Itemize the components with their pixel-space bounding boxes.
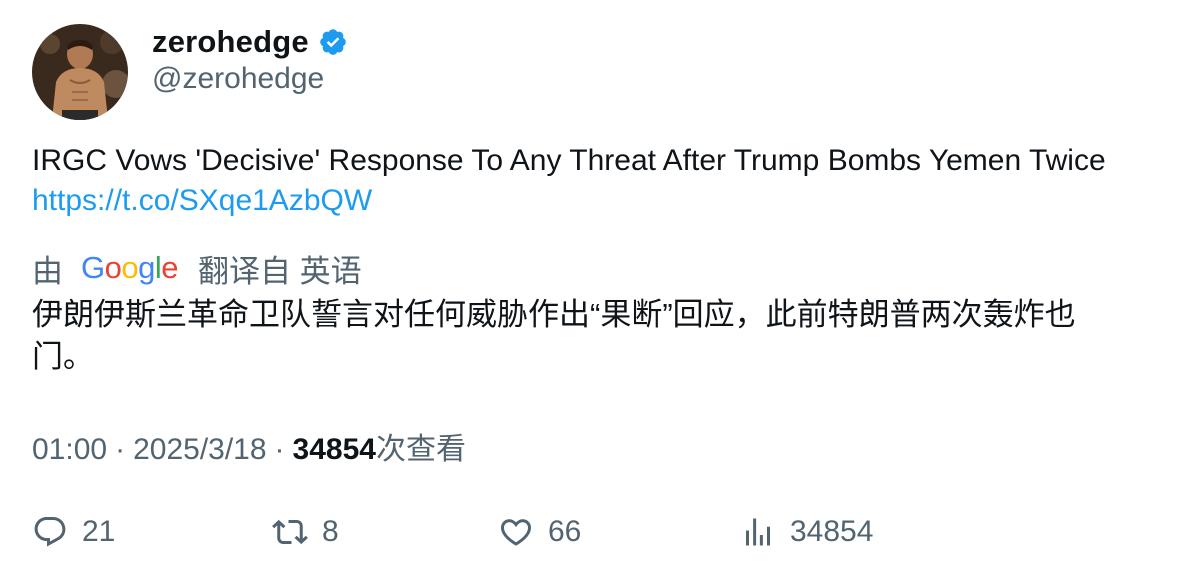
translation-by-label: 由: [32, 253, 63, 289]
tweet-actions: 21 8 66 34854: [32, 510, 1152, 554]
tweet-text: IRGC Vows 'Decisive' Response To Any Thr…: [32, 141, 1152, 221]
reply-count: 21: [82, 515, 116, 548]
views-count: 34854: [292, 433, 376, 466]
tweet-time[interactable]: 01:00: [32, 433, 107, 466]
like-count: 66: [548, 515, 582, 548]
analytics-icon: [746, 518, 770, 546]
retweet-button[interactable]: 8: [272, 510, 339, 554]
author-display-name[interactable]: zerohedge: [152, 24, 309, 60]
translation-source-label: 翻译自 英语: [198, 253, 362, 289]
reply-button[interactable]: 21: [32, 510, 115, 554]
views-label: 次查看: [375, 433, 466, 466]
tweet-meta: 01:00 · 2025/3/18 · 34854次查看: [32, 424, 466, 468]
avatar[interactable]: [32, 24, 128, 120]
retweet-icon: [272, 519, 308, 545]
tweet-body: IRGC Vows 'Decisive' Response To Any Thr…: [32, 144, 1106, 177]
avatar-image: [32, 24, 128, 120]
views-button[interactable]: 34854: [740, 510, 873, 554]
translated-text: 伊朗伊斯兰革命卫队誓言对任何威胁作出“果断”回应，此前特朗普两次轰炸也门。: [32, 297, 1076, 374]
reply-icon: [34, 517, 66, 547]
meta-separator-2: ·: [274, 433, 285, 466]
views-action-count: 34854: [790, 515, 874, 548]
translation-attribution: 由 Google 翻译自 英语: [32, 246, 362, 290]
author-name-row: zerohedge: [152, 22, 348, 62]
like-button[interactable]: 66: [498, 510, 581, 554]
verified-badge-icon[interactable]: [318, 27, 348, 57]
author-handle[interactable]: @zerohedge: [152, 62, 324, 96]
google-logo: Google: [81, 250, 179, 285]
retweet-count: 8: [322, 515, 339, 548]
heart-icon: [500, 519, 532, 546]
tweet-date[interactable]: 2025/3/18: [133, 433, 266, 466]
tweet-link[interactable]: https://t.co/SXqe1AzbQW: [32, 184, 372, 217]
meta-separator: ·: [115, 433, 126, 466]
